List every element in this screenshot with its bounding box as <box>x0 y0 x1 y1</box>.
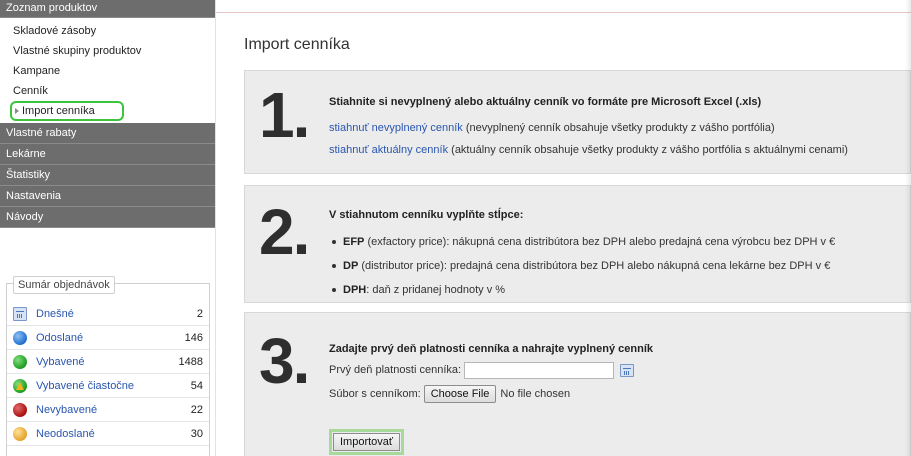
step-number: 3. <box>259 325 310 397</box>
order-row-partially-completed[interactable]: Vybavené čiastočne 54 <box>7 374 209 398</box>
page-title: Import cenníka <box>244 36 350 53</box>
import-button-highlight: Importovať <box>329 429 405 455</box>
order-count: 54 <box>190 379 203 392</box>
valid-from-date-input[interactable] <box>464 361 615 379</box>
step-3-panel: 3. Zadajte prvý deň platnosti cenníka a … <box>244 312 911 456</box>
file-label: Súbor s cenníkom: <box>329 388 421 400</box>
order-row-not-completed[interactable]: Nevybavené 22 <box>7 398 209 422</box>
orders-summary-legend: Sumár objednávok <box>13 276 115 294</box>
submenu-item-custom-groups[interactable]: Vlastné skupiny produktov <box>0 41 215 61</box>
list-item: DPH: daň z pridanej hodnoty v % <box>329 279 904 303</box>
order-count: 146 <box>184 331 203 344</box>
step-content: V stiahnutom cenníku vyplňte stĺpce: EFP… <box>329 209 904 303</box>
download-empty-line: stiahnuť nevyplnený cenník (nevyplnený c… <box>329 118 904 140</box>
submenu-item-stock[interactable]: Skladové zásoby <box>0 21 215 41</box>
step-heading: V stiahnutom cenníku vyplňte stĺpce: <box>329 209 524 221</box>
order-label[interactable]: Vybavené čiastočne <box>36 380 173 392</box>
submenu-item-campaigns[interactable]: Kampane <box>0 61 215 81</box>
sidebar: Zoznam produktov Skladové zásoby Vlastné… <box>0 0 216 456</box>
order-label[interactable]: Vybavené <box>36 356 173 368</box>
order-label[interactable]: Odoslané <box>36 332 173 344</box>
green-dot-icon <box>13 354 27 369</box>
submenu-item-price-list[interactable]: Cenník <box>0 81 215 101</box>
order-row-sent[interactable]: Odoslané 146 <box>7 326 209 350</box>
link-description: (nevyplnený cenník obsahuje všetky produ… <box>462 122 775 134</box>
step-number: 1. <box>259 79 310 151</box>
step-content: Zadajte prvý deň platnosti cenníka a nah… <box>329 343 904 455</box>
product-submenu: Skladové zásoby Vlastné skupiny produkto… <box>0 18 215 121</box>
warning-dot-icon <box>13 378 27 393</box>
choose-file-button[interactable]: Choose File <box>423 385 497 403</box>
download-current-line: stiahnuť aktuálny cenník (aktuálny cenní… <box>329 140 904 162</box>
menu-header-custom-discounts[interactable]: Vlastné rabaty <box>0 123 215 144</box>
menu-header-statistics[interactable]: Štatistiky <box>0 165 215 186</box>
column-description: : daň z pridanej hodnoty v % <box>366 284 506 296</box>
order-count: 30 <box>190 427 203 440</box>
order-row-not-sent[interactable]: Neodoslané 30 <box>7 422 209 446</box>
orders-summary-box: Sumár objednávok Dnešné 2 Odoslané 146 V… <box>6 276 210 456</box>
date-label: Prvý deň platnosti cenníka: <box>329 364 462 376</box>
main-content: Import cenníka 1. Stiahnite si nevyplnen… <box>216 0 911 456</box>
menu-header-guides[interactable]: Návody <box>0 207 215 228</box>
menu-header-settings[interactable]: Nastavenia <box>0 186 215 207</box>
order-label[interactable]: Nevybavené <box>36 404 173 416</box>
submenu-item-import-price-list[interactable]: Import cenníka <box>10 101 124 121</box>
step-heading: Zadajte prvý deň platnosti cenníka a nah… <box>329 343 653 355</box>
top-divider <box>216 12 911 13</box>
step-content: Stiahnite si nevyplnený alebo aktuálny c… <box>329 96 904 162</box>
order-label[interactable]: Dnešné <box>36 308 173 320</box>
step-1-panel: 1. Stiahnite si nevyplnený alebo aktuáln… <box>244 70 911 174</box>
calendar-icon <box>13 306 27 321</box>
file-row: Súbor s cenníkom: Choose File No file ch… <box>329 383 904 405</box>
blue-dot-icon <box>13 330 27 345</box>
list-item: EFP (exfactory price): nákupná cena dist… <box>329 231 904 255</box>
column-key: DPH <box>343 284 367 296</box>
column-key: EFP <box>343 236 365 248</box>
import-button[interactable]: Importovať <box>333 433 401 451</box>
calendar-icon[interactable] <box>620 363 635 377</box>
menu-header-product-list[interactable]: Zoznam produktov <box>0 0 215 18</box>
step-2-panel: 2. V stiahnutom cenníku vyplňte stĺpce: … <box>244 185 911 303</box>
orange-dot-icon <box>13 426 27 441</box>
download-empty-price-list-link[interactable]: stiahnuť nevyplnený cenník <box>329 122 463 134</box>
arrow-right-icon <box>15 108 19 115</box>
list-item: DP (distributor price): predajná cena di… <box>329 255 904 279</box>
order-count: 1488 <box>178 355 203 368</box>
column-description: (exfactory price): nákupná cena distribú… <box>364 236 836 248</box>
file-status: No file chosen <box>500 388 571 400</box>
step-number: 2. <box>259 196 310 268</box>
order-count: 22 <box>190 403 203 416</box>
order-count: 2 <box>196 307 203 320</box>
window-edge-shadow <box>905 0 911 456</box>
menu-header-pharmacies[interactable]: Lekárne <box>0 144 215 165</box>
date-row: Prvý deň platnosti cenníka: <box>329 359 904 381</box>
step-heading: Stiahnite si nevyplnený alebo aktuálny c… <box>329 96 762 108</box>
link-description: (aktuálny cenník obsahuje všetky produkt… <box>448 144 848 156</box>
order-row-today[interactable]: Dnešné 2 <box>7 302 209 326</box>
order-label[interactable]: Neodoslané <box>36 428 173 440</box>
column-description: (distributor price): predajná cena distr… <box>358 260 831 272</box>
download-current-price-list-link[interactable]: stiahnuť aktuálny cenník <box>329 144 448 156</box>
column-key: DP <box>343 260 359 272</box>
red-dot-icon <box>13 402 27 417</box>
submenu-item-label: Import cenníka <box>22 105 95 117</box>
order-row-completed[interactable]: Vybavené 1488 <box>7 350 209 374</box>
column-list: EFP (exfactory price): nákupná cena dist… <box>329 231 904 303</box>
